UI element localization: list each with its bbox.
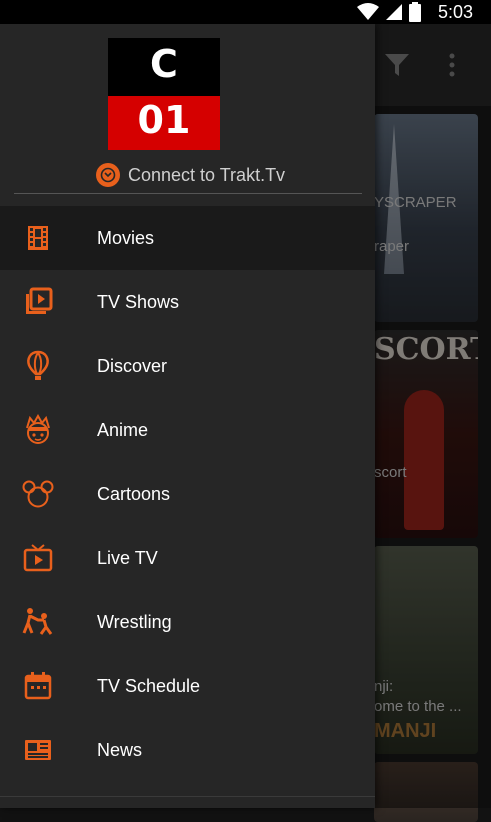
signal-icon [386, 4, 402, 20]
nav-item-label: Cartoons [97, 483, 171, 504]
status-icons [357, 2, 421, 22]
nav-item-cartoons[interactable]: Cartoons [0, 462, 375, 526]
nav-item-label: Live TV [97, 547, 158, 568]
nav-item-movies[interactable]: Movies [0, 206, 375, 270]
trakt-icon [96, 163, 120, 187]
film-icon [28, 226, 48, 250]
connect-trakt-button[interactable]: Connect to Trakt.Tv [96, 162, 285, 188]
nav-item-label: Wrestling [97, 611, 172, 632]
news-icon [25, 740, 51, 760]
wrestling-icon [22, 608, 53, 635]
status-time: 5:03 [437, 2, 473, 22]
divider [0, 796, 375, 797]
nav-item-label: Anime [97, 419, 149, 440]
nav-item-label: TV Shows [97, 291, 180, 312]
logo-bottom-text: 01 [137, 98, 191, 142]
app-logo: C 01 [108, 38, 220, 150]
nav-item-discover[interactable]: Discover [0, 334, 375, 398]
nav-item-label: Discover [97, 355, 168, 376]
calendar-icon [24, 672, 52, 700]
nav-item-label: TV Schedule [97, 675, 201, 696]
navigation-drawer: C 01 Connect to Trakt.Tv Movies TV Shows… [0, 24, 375, 808]
drawer-menu: Movies TV Shows Discover Anime Cartoons … [0, 206, 375, 782]
tv-shows-icon [26, 287, 53, 314]
trakt-label: Connect to Trakt.Tv [128, 164, 286, 185]
nav-item-label: Movies [97, 227, 155, 248]
status-bar: 5:03 [0, 0, 491, 24]
nav-item-wrestling[interactable]: Wrestling [0, 590, 375, 654]
live-tv-icon [23, 544, 53, 572]
mouse-ears-icon [22, 480, 54, 508]
nav-item-anime[interactable]: Anime [0, 398, 375, 462]
balloon-icon [27, 350, 49, 380]
nav-item-news[interactable]: News [0, 718, 375, 782]
logo-top-text: C [150, 42, 178, 86]
divider [14, 193, 362, 194]
nav-item-label: News [97, 739, 143, 760]
logo-bottom: 01 [108, 94, 220, 150]
anime-icon [26, 414, 50, 444]
wifi-icon [357, 3, 379, 20]
nav-item-live-tv[interactable]: Live TV [0, 526, 375, 590]
battery-icon [409, 2, 421, 22]
logo-top: C [108, 38, 220, 94]
nav-item-tv-shows[interactable]: TV Shows [0, 270, 375, 334]
nav-item-tv-schedule[interactable]: TV Schedule [0, 654, 375, 718]
